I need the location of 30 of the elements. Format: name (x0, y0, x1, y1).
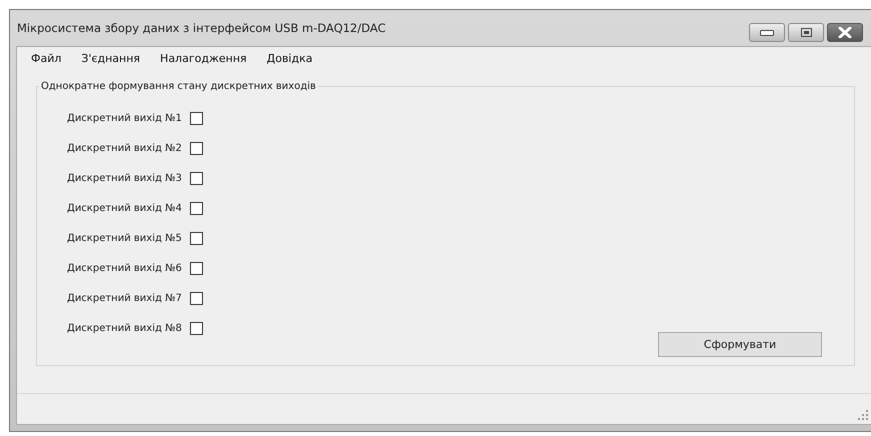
menu-item[interactable]: З'єднання (81, 52, 140, 69)
checkbox[interactable] (190, 172, 203, 184)
checkbox[interactable] (190, 322, 203, 334)
checkbox[interactable] (190, 262, 203, 274)
checkbox-label: Дискретний вихід №7 (67, 292, 182, 304)
group-title: Однократне формування стану дискретних виходів (40, 81, 317, 92)
menu-item[interactable]: Довідка (266, 52, 312, 69)
checkbox[interactable] (190, 142, 203, 154)
checkbox-label: Дискретний вихід №6 (67, 262, 182, 274)
maximize-button[interactable] (788, 23, 824, 42)
checkbox-label: Дискретний вихід №5 (67, 232, 182, 244)
checkbox[interactable] (190, 292, 203, 304)
menu-item[interactable]: Файл (31, 52, 62, 69)
close-icon (838, 27, 852, 38)
checkbox-label: Дискретний вихід №3 (67, 172, 182, 184)
resize-grip-icon (858, 410, 868, 420)
menu-item[interactable]: Налагодження (160, 52, 247, 69)
checkbox-label: Дискретний вихід №1 (67, 112, 182, 124)
maximize-icon (800, 28, 812, 37)
window-title: Мікросистема збору даних з інтерфейсом USB m-DAQ12/DAC (16, 21, 386, 35)
checkbox[interactable] (190, 232, 203, 244)
generate-button[interactable]: Сформувати (658, 332, 822, 357)
minimize-icon (760, 30, 774, 36)
checkbox[interactable] (190, 112, 203, 124)
checkbox[interactable] (190, 202, 203, 214)
close-button[interactable] (827, 23, 863, 42)
checkbox-label: Дискретний вихід №2 (67, 142, 182, 154)
checkbox-label: Дискретний вихід №4 (67, 202, 182, 214)
minimize-button[interactable] (749, 23, 785, 42)
checkbox-label: Дискретний вихід №8 (67, 322, 182, 334)
